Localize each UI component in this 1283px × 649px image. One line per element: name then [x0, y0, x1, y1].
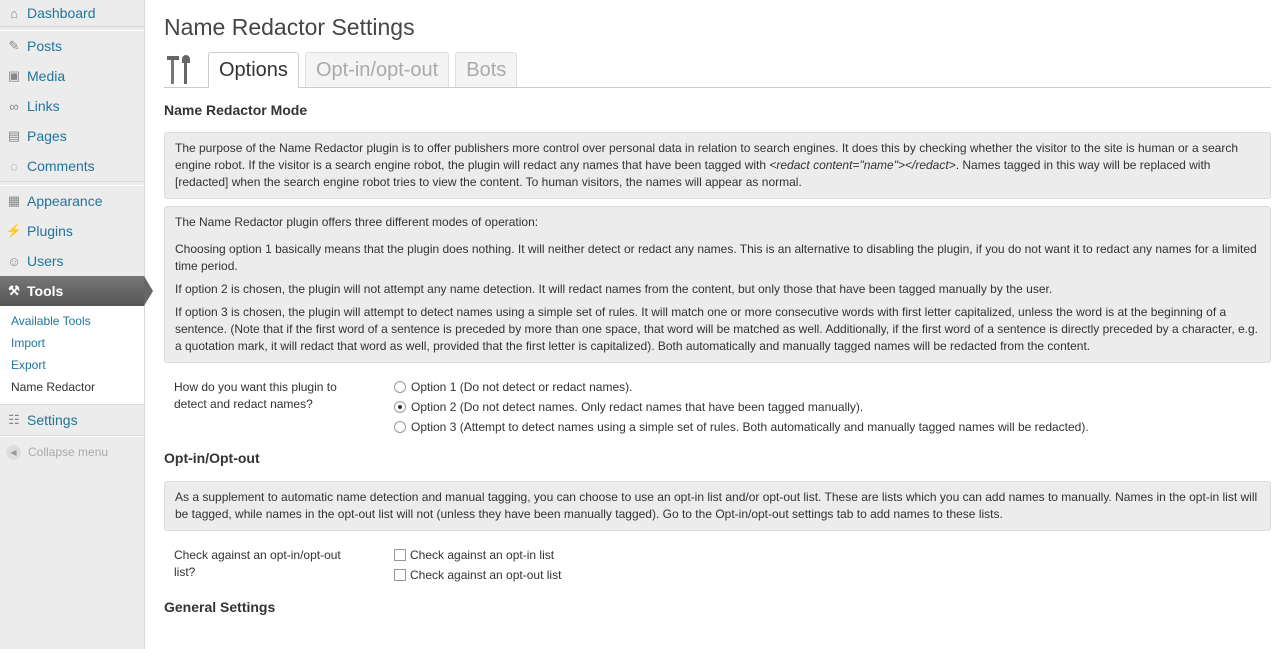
submenu-import[interactable]: Import	[0, 332, 144, 354]
appearance-icon: ▦	[7, 193, 21, 208]
collapse-menu-button[interactable]: ◀ Collapse menu	[0, 437, 144, 467]
collapse-label: Collapse menu	[28, 445, 109, 459]
intro-text: The purpose of the Name Redactor plugin …	[175, 140, 1260, 191]
plugin-icon: ⚡	[5, 223, 23, 238]
option-2-radio[interactable]	[394, 401, 406, 413]
mode-section-heading: Name Redactor Mode	[164, 102, 308, 118]
menu-comments[interactable]: ◌ Comments	[0, 151, 144, 181]
option-3-radio[interactable]	[394, 421, 406, 433]
menu-label: Appearance	[27, 193, 103, 209]
tab-options[interactable]: Options	[208, 52, 299, 88]
mode-question: How do you want this plugin to detect an…	[174, 380, 337, 411]
option-label: Option 2 (Do not detect names. Only reda…	[411, 400, 864, 414]
pin-icon: ✎	[8, 38, 20, 53]
menu-settings[interactable]: ☷ Settings	[0, 405, 144, 435]
modes-intro: The Name Redactor plugin offers three di…	[175, 215, 539, 229]
users-icon: ☺	[7, 253, 21, 269]
link-icon: ∞	[9, 98, 19, 114]
option-1-radio-row[interactable]: Option 1 (Do not detect or redact names)…	[394, 377, 1271, 397]
mode-form-row: How do you want this plugin to detect an…	[164, 379, 1271, 437]
page-icon: ▤	[7, 128, 21, 143]
optin-box: As a supplement to automatic name detect…	[164, 481, 1271, 531]
optin-form-row: Check against an opt-in/opt-out list? Ch…	[164, 547, 1271, 585]
tools-submenu: Available Tools Import Export Name Redac…	[0, 306, 144, 405]
menu-label: Links	[27, 98, 60, 114]
intro-box: The purpose of the Name Redactor plugin …	[164, 132, 1271, 199]
submenu-export[interactable]: Export	[0, 354, 144, 376]
checkbox-label: Check against an opt-in list	[410, 548, 555, 562]
menu-links[interactable]: ∞ Links	[0, 91, 144, 121]
menu-pages[interactable]: ▤ Pages	[0, 121, 144, 151]
optin-section-heading: Opt-in/Opt-out	[164, 450, 260, 466]
menu-label: Comments	[27, 158, 95, 174]
menu-label: Dashboard	[27, 5, 96, 21]
page-title: Name Redactor Settings	[164, 14, 415, 40]
mode-2-description: If option 2 is chosen, the plugin will n…	[175, 282, 1053, 296]
modes-box: The Name Redactor plugin offers three di…	[164, 206, 1271, 363]
comment-icon: ◌	[10, 158, 18, 174]
menu-users[interactable]: ☺ Users	[0, 246, 144, 276]
menu-label: Pages	[27, 128, 67, 144]
option-3-radio-row[interactable]: Option 3 (Attempt to detect names using …	[394, 417, 1271, 437]
optin-options: Check against an opt-in list Check again…	[394, 545, 1271, 585]
admin-sidebar: ⌂ Dashboard ✎ Posts ▣ Media ∞ Links ▤ Pa…	[0, 0, 153, 649]
settings-icon: ☷	[8, 412, 20, 427]
menu-media[interactable]: ▣ Media	[0, 61, 144, 91]
option-label: Option 1 (Do not detect or redact names)…	[411, 380, 633, 394]
optout-checkbox-row[interactable]: Check against an opt-out list	[394, 565, 1271, 585]
main-content: Name Redactor Settings Options Opt-in/op…	[164, 0, 1271, 615]
checkbox-label: Check against an opt-out list	[410, 568, 562, 582]
mode-1-description: Choosing option 1 basically means that t…	[175, 242, 1257, 273]
submenu-available-tools[interactable]: Available Tools	[0, 310, 144, 332]
menu-label: Users	[27, 253, 64, 269]
optin-checkbox-row[interactable]: Check against an opt-in list	[394, 545, 1271, 565]
optin-question: Check against an opt-in/opt-out list?	[174, 548, 341, 579]
submenu-name-redactor[interactable]: Name Redactor	[0, 376, 144, 398]
mode-options: Option 1 (Do not detect or redact names)…	[394, 377, 1271, 437]
tab-opt-in-opt-out[interactable]: Opt-in/opt-out	[304, 52, 450, 87]
optin-checkbox[interactable]	[394, 549, 406, 561]
redact-tag-example: <redact content="name"></redact>	[769, 158, 956, 172]
option-1-radio[interactable]	[394, 381, 406, 393]
collapse-arrow-icon: ◀	[6, 444, 21, 460]
optout-checkbox[interactable]	[394, 569, 406, 581]
option-2-radio-row[interactable]: Option 2 (Do not detect names. Only reda…	[394, 397, 1271, 417]
menu-plugins[interactable]: ⚡ Plugins	[0, 216, 144, 246]
settings-tabs: Options Opt-in/opt-out Bots	[164, 52, 1271, 88]
menu-tools[interactable]: ⚒ Tools	[0, 276, 153, 306]
media-icon: ▣	[7, 68, 21, 83]
menu-appearance[interactable]: ▦ Appearance	[0, 186, 144, 216]
menu-dashboard[interactable]: ⌂ Dashboard	[0, 0, 144, 26]
menu-label: Plugins	[27, 223, 73, 239]
optin-description: As a supplement to automatic name detect…	[175, 490, 1258, 521]
home-icon: ⌂	[10, 5, 18, 21]
menu-posts[interactable]: ✎ Posts	[0, 31, 144, 61]
menu-label: Posts	[27, 38, 63, 54]
menu-label: Media	[27, 68, 66, 84]
menu-label: Tools	[27, 283, 64, 299]
tools-icon: ⚒	[8, 283, 20, 298]
mode-3-description: If option 3 is chosen, the plugin will a…	[175, 305, 1259, 353]
tools-icon	[167, 55, 190, 84]
general-section-heading: General Settings	[164, 599, 276, 615]
menu-label: Settings	[27, 412, 78, 428]
tab-bots[interactable]: Bots	[455, 52, 518, 87]
option-label: Option 3 (Attempt to detect names using …	[411, 420, 1089, 434]
